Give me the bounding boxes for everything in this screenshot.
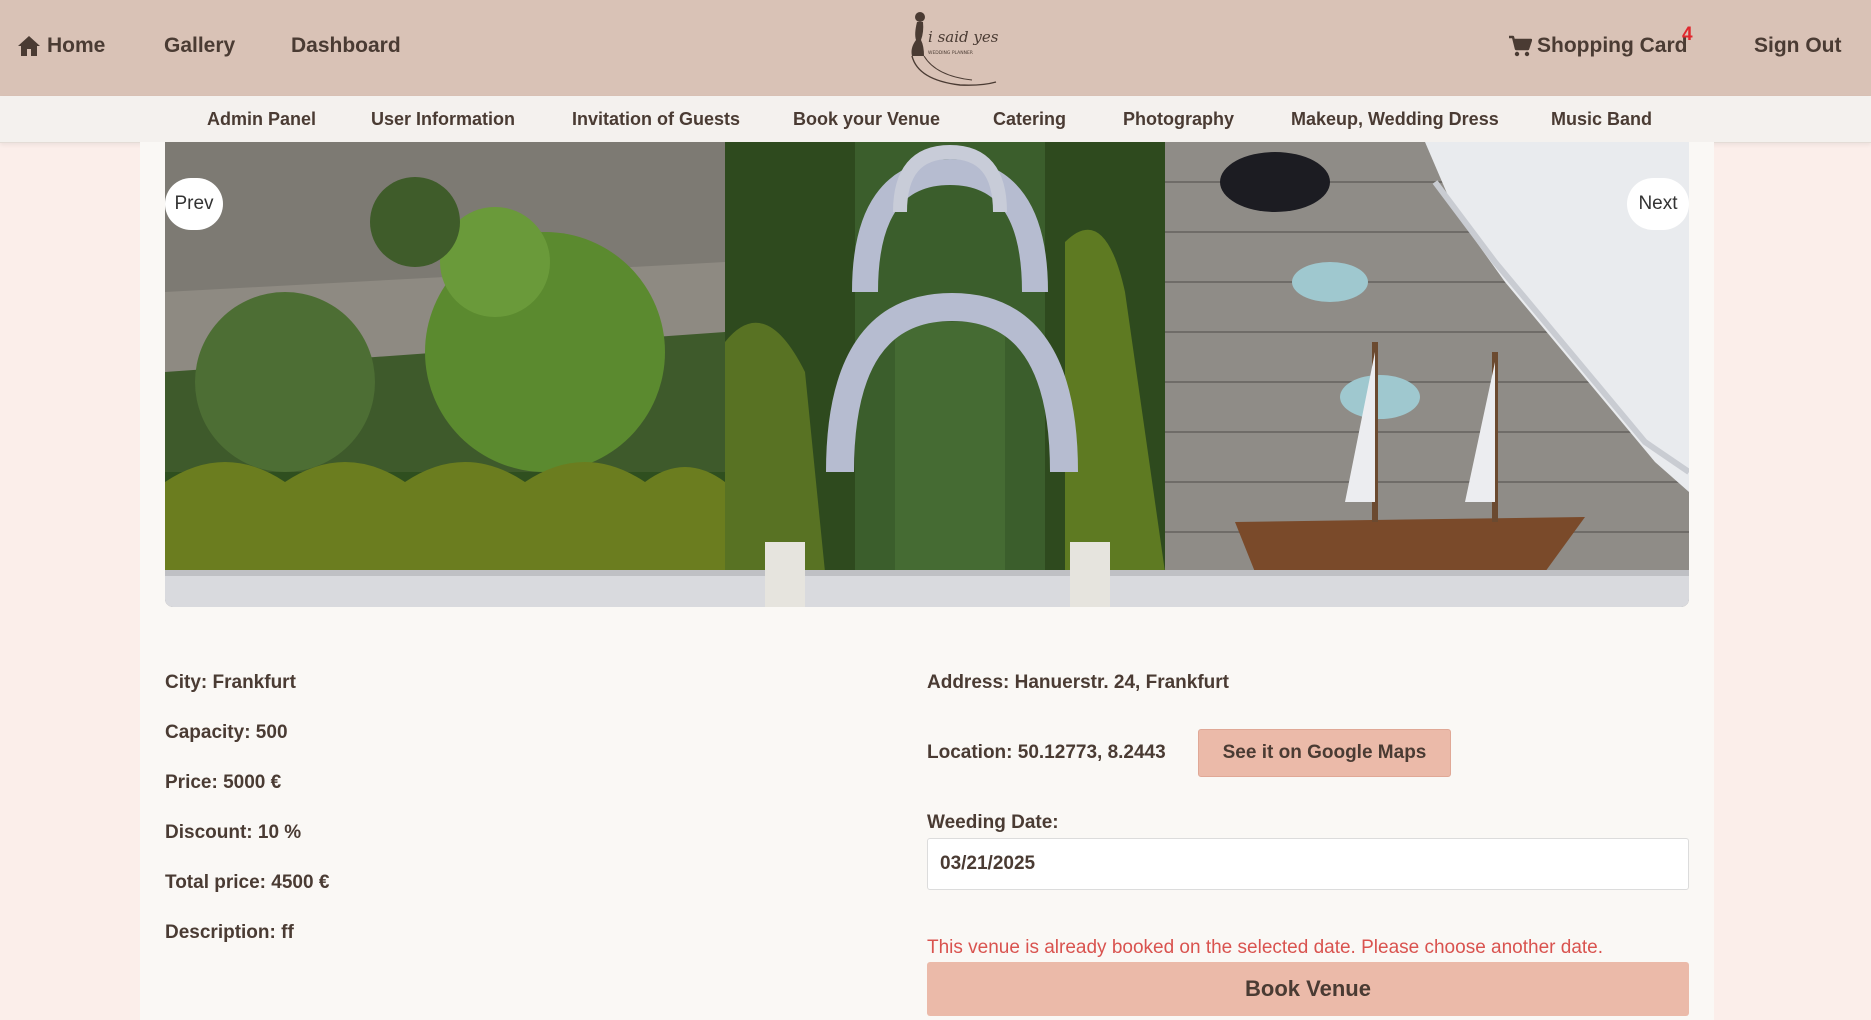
venue-price: Price: 5000 € bbox=[165, 772, 282, 793]
subnav-catering[interactable]: Catering bbox=[993, 109, 1066, 130]
venue-location: Location: 50.12773, 8.2443 bbox=[927, 742, 1166, 763]
venue-city: City: Frankfurt bbox=[165, 672, 296, 693]
booking-error-message: This venue is already booked on the sele… bbox=[927, 937, 1604, 958]
top-navbar: Home Gallery Dashboard i said yes WEDDIN… bbox=[0, 0, 1871, 96]
subnav-photography[interactable]: Photography bbox=[1123, 109, 1234, 130]
cart-icon bbox=[1509, 35, 1532, 57]
subnav-makeup-wedding-dress[interactable]: Makeup, Wedding Dress bbox=[1291, 109, 1499, 130]
venue-image bbox=[165, 142, 1689, 607]
logo-subtext: WEDDING PLANNER bbox=[928, 50, 973, 56]
venue-address: Address: Hanuerstr. 24, Frankfurt bbox=[927, 672, 1229, 693]
venue-description: Description: ff bbox=[165, 922, 294, 943]
brand-logo[interactable]: i said yes WEDDING PLANNER bbox=[902, 6, 998, 88]
venue-capacity: Capacity: 500 bbox=[165, 722, 288, 743]
venue-discount: Discount: 10 % bbox=[165, 822, 302, 843]
sign-out-link[interactable]: Sign Out bbox=[1754, 34, 1842, 58]
google-maps-button[interactable]: See it on Google Maps bbox=[1198, 729, 1451, 777]
cart-count-badge: 4 bbox=[1682, 24, 1693, 45]
dashboard-link[interactable]: Dashboard bbox=[291, 34, 401, 58]
home-link[interactable]: Home bbox=[17, 34, 105, 58]
venue-total-price: Total price: 4500 € bbox=[165, 872, 330, 893]
book-venue-button[interactable]: Book Venue bbox=[927, 962, 1689, 1016]
sub-navbar: Admin Panel User Information Invitation … bbox=[0, 96, 1871, 143]
home-icon bbox=[18, 36, 40, 56]
logo-text: i said yes bbox=[928, 28, 998, 46]
wedding-date-label: Weeding Date: bbox=[927, 812, 1059, 833]
carousel-next-button[interactable]: Next bbox=[1627, 178, 1689, 230]
cart-label: Shopping Card bbox=[1537, 34, 1688, 57]
subnav-invitation-of-guests[interactable]: Invitation of Guests bbox=[572, 109, 740, 130]
carousel-prev-button[interactable]: Prev bbox=[165, 178, 223, 230]
subnav-admin-panel[interactable]: Admin Panel bbox=[207, 109, 316, 130]
subnav-music-band[interactable]: Music Band bbox=[1551, 109, 1652, 130]
subnav-book-your-venue[interactable]: Book your Venue bbox=[793, 109, 940, 130]
gallery-link[interactable]: Gallery bbox=[164, 34, 235, 58]
wedding-date-input[interactable] bbox=[927, 838, 1689, 890]
home-label: Home bbox=[47, 34, 106, 57]
shopping-cart-link[interactable]: Shopping Card bbox=[1508, 34, 1688, 58]
subnav-user-information[interactable]: User Information bbox=[371, 109, 515, 130]
